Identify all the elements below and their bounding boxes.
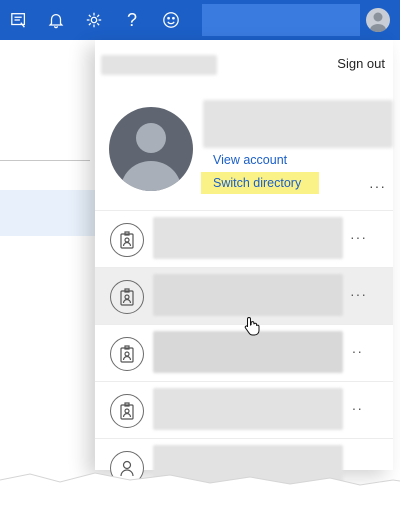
top-bar: ? <box>0 0 400 40</box>
redacted-directory-name <box>153 217 343 259</box>
redacted-tenant-name <box>101 55 217 75</box>
hand-cursor-icon <box>244 316 260 336</box>
feedback-icon[interactable] <box>8 9 30 31</box>
gear-icon[interactable] <box>83 9 105 31</box>
account-panel: Sign out View account Switch directory ·… <box>95 40 393 487</box>
directory-item[interactable]: ·· <box>95 381 393 438</box>
directory-more-button[interactable]: ·· <box>352 343 363 359</box>
redacted-directory-name <box>153 331 343 373</box>
torn-edge-decoration <box>0 472 400 523</box>
view-account-link[interactable]: View account <box>213 153 287 167</box>
background-selected-row <box>0 190 95 236</box>
bell-icon[interactable] <box>45 9 67 31</box>
badge-icon <box>110 280 144 314</box>
help-icon[interactable]: ? <box>121 9 143 31</box>
directory-more-button[interactable]: ··· <box>350 286 367 302</box>
panel-header: Sign out <box>95 40 393 90</box>
account-name-area[interactable] <box>202 4 360 36</box>
badge-icon <box>110 394 144 428</box>
background-divider <box>0 160 90 161</box>
badge-icon <box>110 223 144 257</box>
redacted-directory-name <box>153 388 343 430</box>
user-avatar-button[interactable] <box>366 8 390 32</box>
directory-more-button[interactable]: ·· <box>352 400 363 416</box>
sign-out-link[interactable]: Sign out <box>337 56 385 71</box>
directory-item[interactable]: ··· <box>95 210 393 267</box>
directory-more-button[interactable]: ··· <box>350 229 367 245</box>
switch-directory-link[interactable]: Switch directory <box>201 172 319 194</box>
redacted-directory-name <box>153 274 343 316</box>
redacted-user-name <box>203 100 393 148</box>
more-options-button[interactable]: ··· <box>369 178 386 194</box>
profile-avatar <box>109 107 193 191</box>
badge-icon <box>110 337 144 371</box>
smiley-icon[interactable] <box>160 9 182 31</box>
